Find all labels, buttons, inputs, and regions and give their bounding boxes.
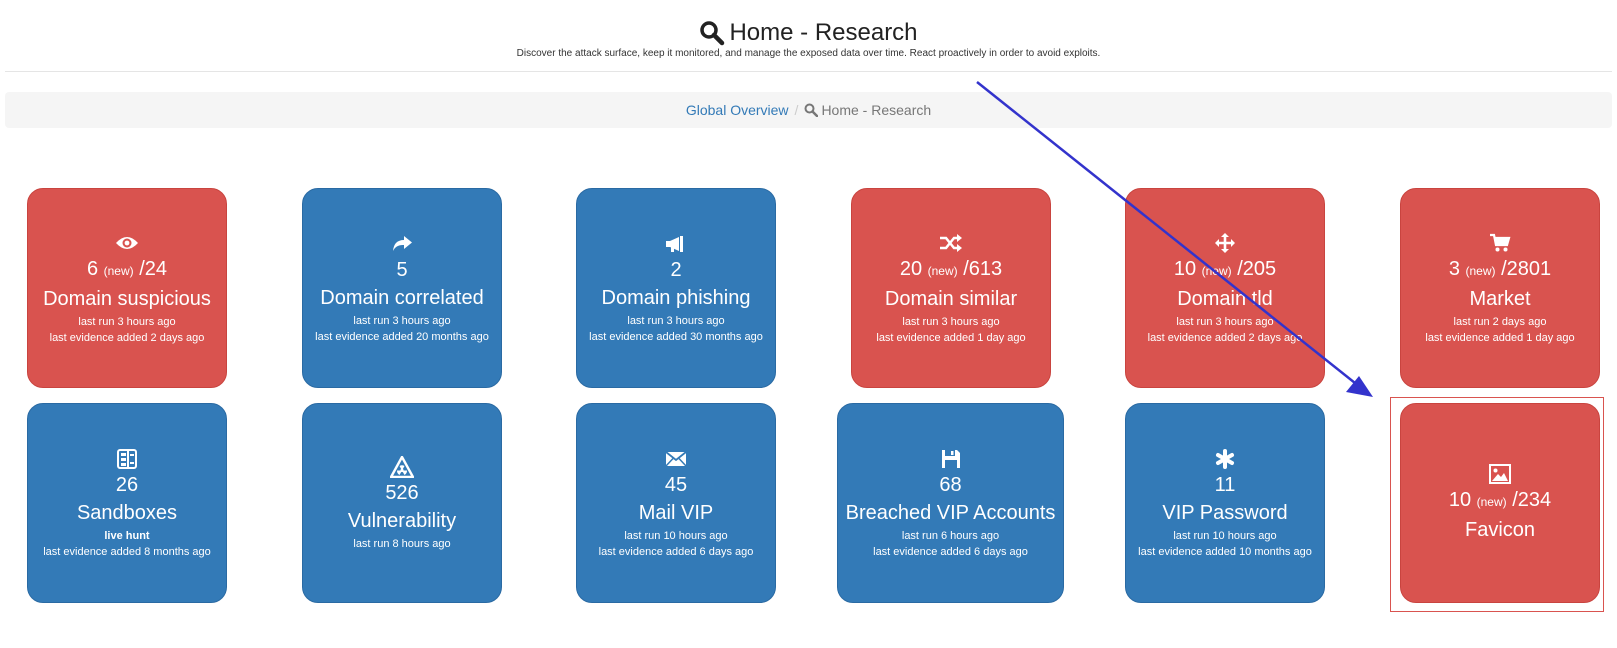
tile-count: 10 (new) /205 bbox=[1173, 258, 1277, 280]
tile-last-evidence: last evidence added 1 day ago bbox=[876, 332, 1026, 344]
tile-favicon[interactable]: 10 (new) /234 Favicon bbox=[1400, 403, 1600, 603]
breadcrumb-current: Home - Research bbox=[804, 102, 931, 118]
tile-count: 3 (new) /2801 bbox=[1448, 258, 1552, 280]
tile-vip-password[interactable]: 11 VIP Password last run 10 hours ago la… bbox=[1125, 403, 1325, 603]
tile-title: Domain similar bbox=[884, 288, 1018, 310]
tile-title: Domain tld bbox=[1177, 288, 1273, 310]
tile-last-evidence: last evidence added 8 months ago bbox=[43, 546, 211, 558]
breadcrumb-global-overview-link[interactable]: Global Overview bbox=[686, 102, 789, 118]
radiation-warning-icon bbox=[390, 454, 414, 480]
tile-last-evidence: last evidence added 30 months ago bbox=[589, 331, 763, 343]
tile-last-run: last run 6 hours ago bbox=[901, 530, 1000, 542]
tile-last-evidence: last evidence added 10 months ago bbox=[1138, 546, 1312, 558]
megaphone-icon bbox=[665, 231, 687, 257]
tile-title: Domain suspicious bbox=[43, 288, 211, 310]
tile-last-evidence: last evidence added 2 days ago bbox=[1147, 332, 1303, 344]
tile-title: Domain correlated bbox=[320, 287, 484, 309]
shuffle-icon bbox=[939, 230, 963, 256]
tile-last-run: last run 10 hours ago bbox=[1173, 530, 1277, 542]
tile-live-hunt-label: live hunt bbox=[104, 530, 150, 542]
search-icon bbox=[804, 103, 819, 117]
tile-count: 2 bbox=[670, 259, 682, 281]
tile-title: Market bbox=[1469, 288, 1531, 310]
tile-mail-vip[interactable]: 45 Mail VIP last run 10 hours ago last e… bbox=[576, 403, 776, 603]
tile-domain-correlated[interactable]: 5 Domain correlated last run 3 hours ago… bbox=[302, 188, 502, 388]
tile-count: 6 (new) /24 bbox=[86, 258, 168, 280]
tile-domain-similar[interactable]: 20 (new) /613 Domain similar last run 3 … bbox=[851, 188, 1051, 388]
tile-title: Breached VIP Accounts bbox=[845, 502, 1056, 524]
tile-last-run: last run 2 days ago bbox=[1453, 316, 1547, 328]
tile-count: 5 bbox=[396, 259, 408, 281]
tile-count: 526 bbox=[385, 482, 419, 504]
tile-count: 26 bbox=[115, 474, 139, 496]
tile-last-run: last run 3 hours ago bbox=[627, 315, 725, 327]
page-subtitle: Discover the attack surface, keep it mon… bbox=[516, 48, 1101, 59]
tile-title: Favicon bbox=[1464, 519, 1536, 541]
tile-last-evidence: last evidence added 6 days ago bbox=[873, 546, 1028, 558]
tile-last-run: last run 3 hours ago bbox=[1176, 316, 1274, 328]
tile-last-run: last run 3 hours ago bbox=[353, 315, 451, 327]
tile-last-run: last run 3 hours ago bbox=[78, 316, 176, 328]
share-arrow-icon bbox=[391, 231, 413, 257]
search-icon bbox=[700, 21, 725, 46]
page-title-text: Home - Research bbox=[729, 19, 918, 46]
tile-last-evidence: last evidence added 20 months ago bbox=[315, 331, 489, 343]
picture-icon bbox=[1489, 461, 1511, 487]
tile-count: 11 bbox=[1214, 474, 1236, 496]
tile-last-evidence: last evidence added 2 days ago bbox=[49, 332, 205, 344]
tile-last-run: last run 8 hours ago bbox=[353, 538, 451, 550]
tile-count: 10 (new) /234 bbox=[1448, 489, 1552, 511]
floppy-disk-icon bbox=[941, 446, 961, 472]
tile-domain-suspicious[interactable]: 6 (new) /24 Domain suspicious last run 3… bbox=[27, 188, 227, 388]
tile-title: VIP Password bbox=[1162, 502, 1288, 524]
move-arrows-icon bbox=[1215, 230, 1235, 256]
tile-sandboxes[interactable]: 26 Sandboxes live hunt last evidence add… bbox=[27, 403, 227, 603]
tile-domain-tld[interactable]: 10 (new) /205 Domain tld last run 3 hour… bbox=[1125, 188, 1325, 388]
eye-icon bbox=[115, 230, 139, 256]
tile-last-evidence: last evidence added 6 days ago bbox=[598, 546, 754, 558]
tile-vulnerability[interactable]: 526 Vulnerability last run 8 hours ago bbox=[302, 403, 502, 603]
page-header: Home - Research Discover the attack surf… bbox=[0, 0, 1617, 72]
header-divider bbox=[5, 71, 1612, 72]
tile-title: Vulnerability bbox=[347, 510, 457, 532]
tile-title: Domain phishing bbox=[601, 287, 751, 309]
breadcrumb-separator: / bbox=[794, 102, 799, 118]
tile-count: 20 (new) /613 bbox=[899, 258, 1003, 280]
tile-count: 45 bbox=[664, 474, 688, 496]
breadcrumb-current-label: Home - Research bbox=[821, 102, 932, 118]
sandbox-icon bbox=[117, 446, 137, 472]
tile-last-run: last run 10 hours ago bbox=[624, 530, 728, 542]
tile-breached-vip-accounts[interactable]: 68 Breached VIP Accounts last run 6 hour… bbox=[837, 403, 1064, 603]
tile-last-evidence: last evidence added 1 day ago bbox=[1425, 332, 1575, 344]
tile-title: Mail VIP bbox=[638, 502, 714, 524]
tile-last-run: last run 3 hours ago bbox=[902, 316, 1000, 328]
envelope-icon bbox=[665, 446, 687, 472]
asterisk-icon bbox=[1215, 446, 1235, 472]
page-title: Home - Research bbox=[0, 16, 1617, 50]
breadcrumb: Global Overview / Home - Research bbox=[5, 92, 1612, 128]
cart-icon bbox=[1489, 230, 1511, 256]
tile-market[interactable]: 3 (new) /2801 Market last run 2 days ago… bbox=[1400, 188, 1600, 388]
tile-domain-phishing[interactable]: 2 Domain phishing last run 3 hours ago l… bbox=[576, 188, 776, 388]
tile-title: Sandboxes bbox=[76, 502, 178, 524]
tile-count: 68 bbox=[939, 474, 962, 496]
